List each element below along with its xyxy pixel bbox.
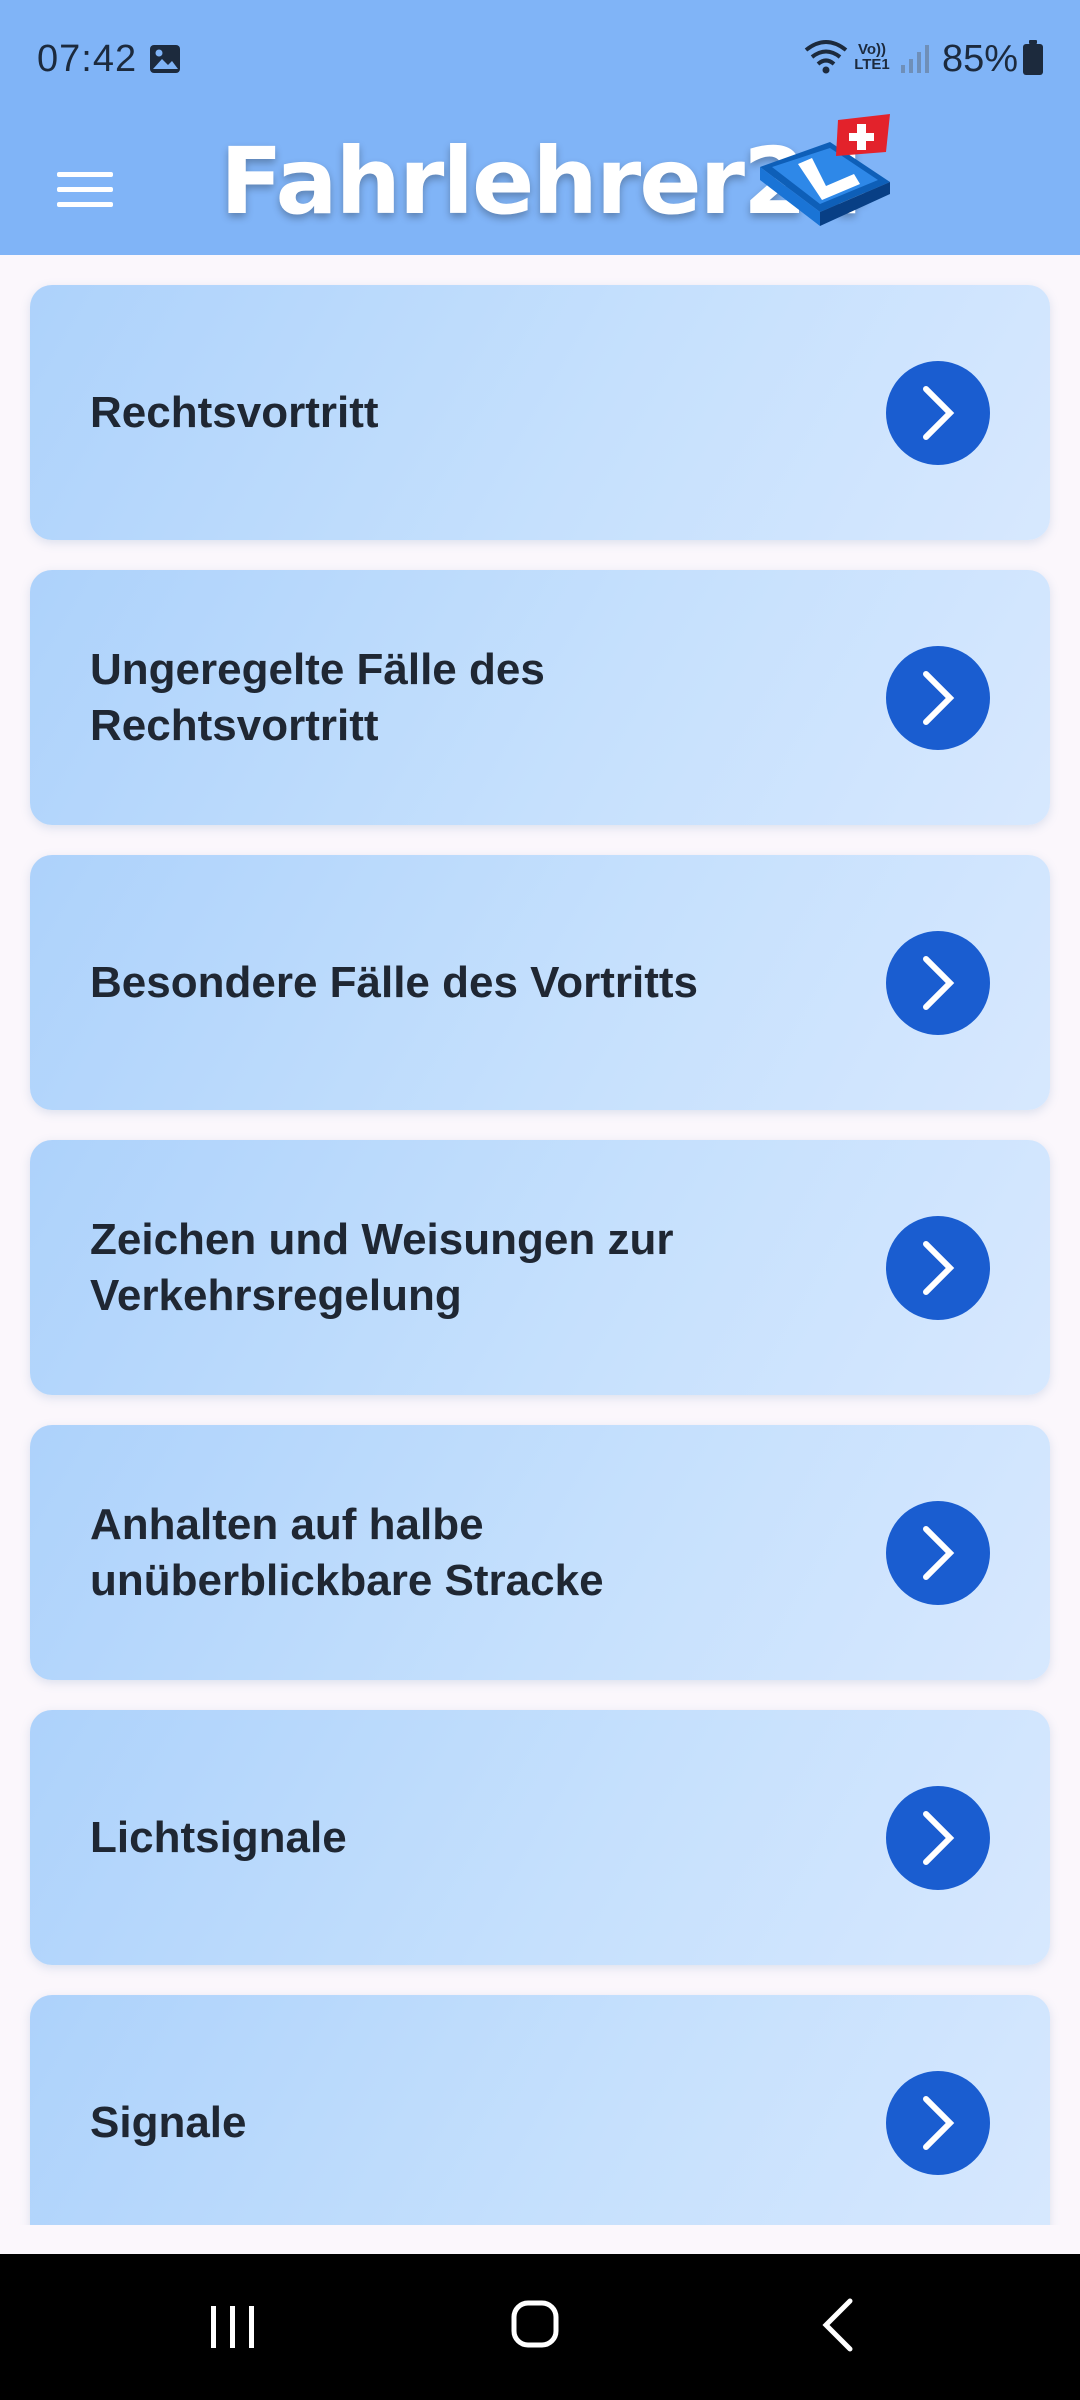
topic-list: Rechtsvortritt Ungeregelte Fälle des Rec… [0,255,1080,2225]
back-icon[interactable] [818,2297,858,2353]
open-topic-button[interactable] [886,1785,990,1890]
home-icon[interactable] [510,2299,560,2349]
topic-label: Zeichen und Weisungen zur Verkehrsregelu… [90,1214,674,1320]
topic-card[interactable]: Besondere Fälle des Vortritts [30,855,1050,1110]
status-time: 07:42 [37,38,138,80]
topic-card[interactable]: Signale [30,1995,1050,2225]
menu-button[interactable] [40,150,130,230]
topic-card[interactable]: Ungeregelte Fälle des Rechtsvortritt [30,570,1050,825]
navigation-bar [0,2254,1080,2400]
gallery-icon [148,42,182,74]
chevron-right-icon [923,1240,955,1295]
volte-label-bottom: LTE1 [854,56,890,73]
chevron-right-icon [923,1525,955,1580]
topic-card[interactable]: Anhalten auf halbe unüberblickbare Strac… [30,1425,1050,1680]
app-bar: Fahrlehrer24 [0,114,1080,255]
status-bar: 07:42 Vo)) LTE1 85% [0,0,1080,120]
open-topic-button[interactable] [886,1215,990,1320]
topic-label: Anhalten auf halbe unüberblickbare Strac… [90,1499,604,1605]
topic-label: Lichtsignale [90,1812,347,1862]
chevron-right-icon [923,385,955,440]
open-topic-button[interactable] [886,645,990,750]
topic-card[interactable]: Rechtsvortritt [30,285,1050,540]
topic-card[interactable]: Zeichen und Weisungen zur Verkehrsregelu… [30,1140,1050,1395]
topic-label: Signale [90,2097,247,2147]
open-topic-button[interactable] [886,930,990,1035]
topic-card[interactable]: Lichtsignale [30,1710,1050,1965]
screen: 07:42 Vo)) LTE1 85% Fahrlehrer24 Rechtsv… [0,0,1080,2400]
open-topic-button[interactable] [886,360,990,465]
l-plate-swiss-flag-logo [750,112,900,237]
battery-icon [1022,40,1044,76]
topic-label: Rechtsvortritt [90,387,379,437]
open-topic-button[interactable] [886,1500,990,1605]
header: 07:42 Vo)) LTE1 85% Fahrlehrer24 [0,0,1080,255]
recents-icon[interactable] [205,2300,261,2354]
wifi-icon [804,38,848,76]
topic-label: Ungeregelte Fälle des Rechtsvortritt [90,644,545,750]
chevron-right-icon [923,955,955,1010]
volte-icon: Vo)) LTE1 [852,42,892,76]
signal-icon [900,42,930,74]
chevron-right-icon [923,1810,955,1865]
volte-label-top: Vo)) [857,41,887,58]
hamburger-menu-icon [57,172,113,207]
open-topic-button[interactable] [886,2070,990,2175]
chevron-right-icon [923,2095,955,2150]
chevron-right-icon [923,670,955,725]
battery-percent: 85% [942,38,1019,80]
topic-label: Besondere Fälle des Vortritts [90,957,699,1007]
